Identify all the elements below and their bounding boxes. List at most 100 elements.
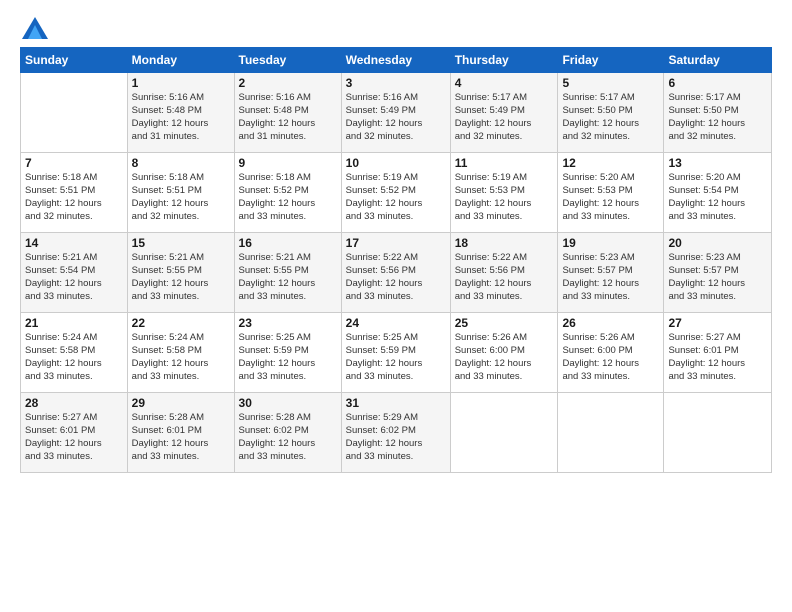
calendar-cell: 30 Sunrise: 5:28 AMSunset: 6:02 PMDayligh… <box>234 393 341 473</box>
day-number: 9 <box>239 156 337 170</box>
page-container: SundayMondayTuesdayWednesdayThursdayFrid… <box>0 0 792 612</box>
day-number: 1 <box>132 76 230 90</box>
day-info: Sunrise: 5:28 AMSunset: 6:02 PMDaylight:… <box>239 412 337 463</box>
day-info: Sunrise: 5:23 AMSunset: 5:57 PMDaylight:… <box>562 252 659 303</box>
weekday-header-row: SundayMondayTuesdayWednesdayThursdayFrid… <box>21 48 772 73</box>
calendar-cell: 7 Sunrise: 5:18 AMSunset: 5:51 PMDaylight… <box>21 153 128 233</box>
calendar-week-2: 7 Sunrise: 5:18 AMSunset: 5:51 PMDaylight… <box>21 153 772 233</box>
calendar-week-4: 21 Sunrise: 5:24 AMSunset: 5:58 PMDayligh… <box>21 313 772 393</box>
calendar-cell: 8Sunrise: 5:18 AMSunset: 5:51 PMDaylight… <box>127 153 234 233</box>
day-number: 10 <box>346 156 446 170</box>
day-info: Sunrise: 5:23 AMSunset: 5:57 PMDaylight:… <box>668 252 767 303</box>
calendar-week-5: 28Sunrise: 5:27 AMSunset: 6:01 PMDayligh… <box>21 393 772 473</box>
calendar-cell: 16 Sunrise: 5:21 AMSunset: 5:55 PMDayligh… <box>234 233 341 313</box>
day-number: 20 <box>668 236 767 250</box>
weekday-header-tuesday: Tuesday <box>234 48 341 73</box>
day-info: Sunrise: 5:22 AMSunset: 5:56 PMDaylight:… <box>346 252 446 303</box>
calendar-week-1: 1 Sunrise: 5:16 AMSunset: 5:48 PMDaylight… <box>21 73 772 153</box>
day-info: Sunrise: 5:18 AMSunset: 5:51 PMDaylight:… <box>132 172 230 223</box>
calendar-cell: 10 Sunrise: 5:19 AMSunset: 5:52 PMDayligh… <box>341 153 450 233</box>
calendar-cell: 6Sunrise: 5:17 AMSunset: 5:50 PMDaylight… <box>664 73 772 153</box>
weekday-header-saturday: Saturday <box>664 48 772 73</box>
weekday-header-thursday: Thursday <box>450 48 558 73</box>
day-number: 16 <box>239 236 337 250</box>
day-info: Sunrise: 5:19 AMSunset: 5:53 PMDaylight:… <box>455 172 554 223</box>
day-number: 19 <box>562 236 659 250</box>
calendar-cell: 2 Sunrise: 5:16 AMSunset: 5:48 PMDaylight… <box>234 73 341 153</box>
calendar-cell: 26Sunrise: 5:26 AMSunset: 6:00 PMDayligh… <box>558 313 664 393</box>
calendar-cell: 29 Sunrise: 5:28 AMSunset: 6:01 PMDayligh… <box>127 393 234 473</box>
day-info: Sunrise: 5:18 AMSunset: 5:51 PMDaylight:… <box>25 172 123 223</box>
calendar-cell: 13 Sunrise: 5:20 AMSunset: 5:54 PMDayligh… <box>664 153 772 233</box>
calendar-cell: 11 Sunrise: 5:19 AMSunset: 5:53 PMDayligh… <box>450 153 558 233</box>
day-number: 26 <box>562 316 659 330</box>
day-info: Sunrise: 5:28 AMSunset: 6:01 PMDaylight:… <box>132 412 230 463</box>
calendar-cell: 25 Sunrise: 5:26 AMSunset: 6:00 PMDayligh… <box>450 313 558 393</box>
calendar-cell: 17Sunrise: 5:22 AMSunset: 5:56 PMDayligh… <box>341 233 450 313</box>
calendar-cell: 18 Sunrise: 5:22 AMSunset: 5:56 PMDayligh… <box>450 233 558 313</box>
weekday-header-monday: Monday <box>127 48 234 73</box>
day-number: 5 <box>562 76 659 90</box>
calendar-cell: 14 Sunrise: 5:21 AMSunset: 5:54 PMDayligh… <box>21 233 128 313</box>
calendar-cell <box>450 393 558 473</box>
day-number: 28 <box>25 396 123 410</box>
logo-icon <box>22 17 48 39</box>
weekday-header-sunday: Sunday <box>21 48 128 73</box>
day-number: 7 <box>25 156 123 170</box>
calendar-cell: 19 Sunrise: 5:23 AMSunset: 5:57 PMDayligh… <box>558 233 664 313</box>
day-number: 11 <box>455 156 554 170</box>
day-info: Sunrise: 5:16 AMSunset: 5:48 PMDaylight:… <box>239 92 337 143</box>
day-number: 25 <box>455 316 554 330</box>
day-number: 2 <box>239 76 337 90</box>
day-number: 18 <box>455 236 554 250</box>
header <box>20 15 772 37</box>
day-number: 4 <box>455 76 554 90</box>
day-info: Sunrise: 5:22 AMSunset: 5:56 PMDaylight:… <box>455 252 554 303</box>
day-info: Sunrise: 5:17 AMSunset: 5:50 PMDaylight:… <box>668 92 767 143</box>
calendar-cell <box>21 73 128 153</box>
day-info: Sunrise: 5:16 AMSunset: 5:48 PMDaylight:… <box>132 92 230 143</box>
day-number: 14 <box>25 236 123 250</box>
calendar-cell: 23 Sunrise: 5:25 AMSunset: 5:59 PMDayligh… <box>234 313 341 393</box>
day-info: Sunrise: 5:21 AMSunset: 5:55 PMDaylight:… <box>239 252 337 303</box>
day-info: Sunrise: 5:17 AMSunset: 5:49 PMDaylight:… <box>455 92 554 143</box>
calendar-cell: 28Sunrise: 5:27 AMSunset: 6:01 PMDayligh… <box>21 393 128 473</box>
day-info: Sunrise: 5:25 AMSunset: 5:59 PMDaylight:… <box>346 332 446 383</box>
day-info: Sunrise: 5:24 AMSunset: 5:58 PMDaylight:… <box>132 332 230 383</box>
day-number: 21 <box>25 316 123 330</box>
day-info: Sunrise: 5:20 AMSunset: 5:53 PMDaylight:… <box>562 172 659 223</box>
calendar-cell: 4 Sunrise: 5:17 AMSunset: 5:49 PMDaylight… <box>450 73 558 153</box>
calendar-cell: 15Sunrise: 5:21 AMSunset: 5:55 PMDayligh… <box>127 233 234 313</box>
day-number: 23 <box>239 316 337 330</box>
calendar-cell <box>558 393 664 473</box>
day-info: Sunrise: 5:21 AMSunset: 5:54 PMDaylight:… <box>25 252 123 303</box>
calendar-cell: 3Sunrise: 5:16 AMSunset: 5:49 PMDaylight… <box>341 73 450 153</box>
day-number: 12 <box>562 156 659 170</box>
day-info: Sunrise: 5:18 AMSunset: 5:52 PMDaylight:… <box>239 172 337 223</box>
day-info: Sunrise: 5:24 AMSunset: 5:58 PMDaylight:… <box>25 332 123 383</box>
day-info: Sunrise: 5:27 AMSunset: 6:01 PMDaylight:… <box>668 332 767 383</box>
calendar-cell <box>664 393 772 473</box>
day-number: 27 <box>668 316 767 330</box>
calendar-table: SundayMondayTuesdayWednesdayThursdayFrid… <box>20 47 772 473</box>
calendar-cell: 22 Sunrise: 5:24 AMSunset: 5:58 PMDayligh… <box>127 313 234 393</box>
day-number: 22 <box>132 316 230 330</box>
day-info: Sunrise: 5:26 AMSunset: 6:00 PMDaylight:… <box>455 332 554 383</box>
day-number: 13 <box>668 156 767 170</box>
logo <box>20 15 48 37</box>
day-info: Sunrise: 5:25 AMSunset: 5:59 PMDaylight:… <box>239 332 337 383</box>
calendar-week-3: 14 Sunrise: 5:21 AMSunset: 5:54 PMDayligh… <box>21 233 772 313</box>
calendar-cell: 31Sunrise: 5:29 AMSunset: 6:02 PMDayligh… <box>341 393 450 473</box>
day-info: Sunrise: 5:29 AMSunset: 6:02 PMDaylight:… <box>346 412 446 463</box>
day-number: 30 <box>239 396 337 410</box>
weekday-header-friday: Friday <box>558 48 664 73</box>
calendar-cell: 12 Sunrise: 5:20 AMSunset: 5:53 PMDayligh… <box>558 153 664 233</box>
day-info: Sunrise: 5:19 AMSunset: 5:52 PMDaylight:… <box>346 172 446 223</box>
calendar-cell: 5Sunrise: 5:17 AMSunset: 5:50 PMDaylight… <box>558 73 664 153</box>
day-number: 29 <box>132 396 230 410</box>
day-info: Sunrise: 5:20 AMSunset: 5:54 PMDaylight:… <box>668 172 767 223</box>
calendar-cell: 24Sunrise: 5:25 AMSunset: 5:59 PMDayligh… <box>341 313 450 393</box>
calendar-cell: 9 Sunrise: 5:18 AMSunset: 5:52 PMDaylight… <box>234 153 341 233</box>
calendar-cell: 1 Sunrise: 5:16 AMSunset: 5:48 PMDaylight… <box>127 73 234 153</box>
calendar-cell: 20 Sunrise: 5:23 AMSunset: 5:57 PMDayligh… <box>664 233 772 313</box>
